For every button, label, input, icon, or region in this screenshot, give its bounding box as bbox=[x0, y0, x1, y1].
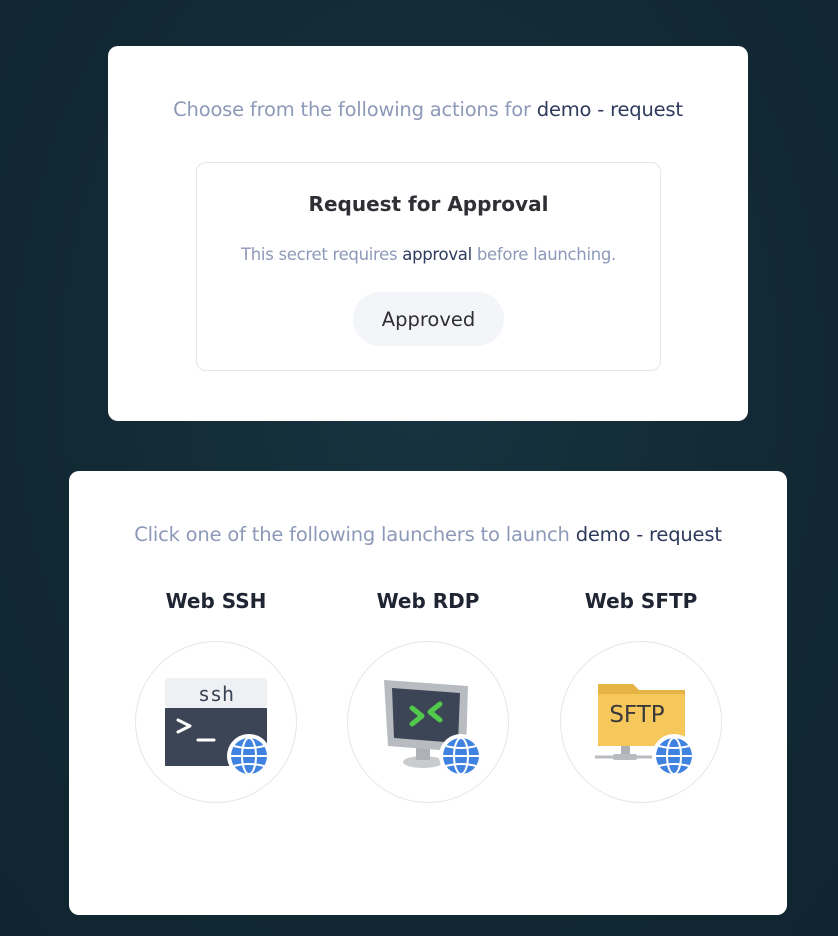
approval-request-box: Request for Approval This secret require… bbox=[196, 162, 661, 371]
launcher-web-rdp-label: Web RDP bbox=[376, 589, 480, 613]
approval-description: This secret requires approval before lau… bbox=[197, 245, 660, 264]
approval-desc-suffix: before launching. bbox=[476, 245, 617, 264]
approved-status-button[interactable]: Approved bbox=[353, 292, 504, 346]
approval-card: Choose from the following actions for de… bbox=[108, 46, 748, 421]
launcher-web-ssh: Web SSH ssh bbox=[135, 589, 297, 809]
ssh-terminal-globe-icon: ssh bbox=[165, 678, 271, 778]
approval-desc-prefix: This secret requires bbox=[240, 245, 398, 264]
launcher-prompt: Click one of the following launchers to … bbox=[69, 523, 787, 546]
launcher-web-rdp-button[interactable] bbox=[347, 641, 509, 803]
sftp-icon-text: SFTP bbox=[609, 702, 664, 728]
launcher-prompt-prefix: Click one of the following launchers to … bbox=[134, 523, 570, 546]
remote-desktop-monitor-globe-icon bbox=[384, 680, 483, 778]
launcher-web-rdp: Web RDP bbox=[347, 589, 509, 809]
launcher-web-sftp-button[interactable]: SFTP bbox=[560, 641, 722, 803]
approval-prompt-target: demo - request bbox=[536, 98, 683, 121]
approval-desc-highlight: approval bbox=[402, 245, 472, 264]
launcher-web-sftp-label: Web SFTP bbox=[584, 589, 698, 613]
approval-title: Request for Approval bbox=[308, 192, 549, 216]
globe-icon bbox=[652, 734, 696, 778]
launcher-prompt-target: demo - request bbox=[575, 523, 722, 546]
launcher-web-ssh-label: Web SSH bbox=[165, 589, 267, 613]
globe-icon bbox=[439, 734, 483, 778]
launcher-card: Click one of the following launchers to … bbox=[69, 471, 787, 915]
globe-icon bbox=[227, 734, 271, 778]
approval-prompt-prefix: Choose from the following actions for bbox=[173, 98, 531, 121]
launcher-web-ssh-button[interactable]: ssh bbox=[135, 641, 297, 803]
approval-prompt: Choose from the following actions for de… bbox=[108, 98, 748, 121]
sftp-folder-globe-icon: SFTP bbox=[595, 684, 696, 778]
launcher-web-sftp: Web SFTP SFTP bbox=[560, 589, 722, 809]
ssh-icon-text: ssh bbox=[198, 682, 234, 706]
